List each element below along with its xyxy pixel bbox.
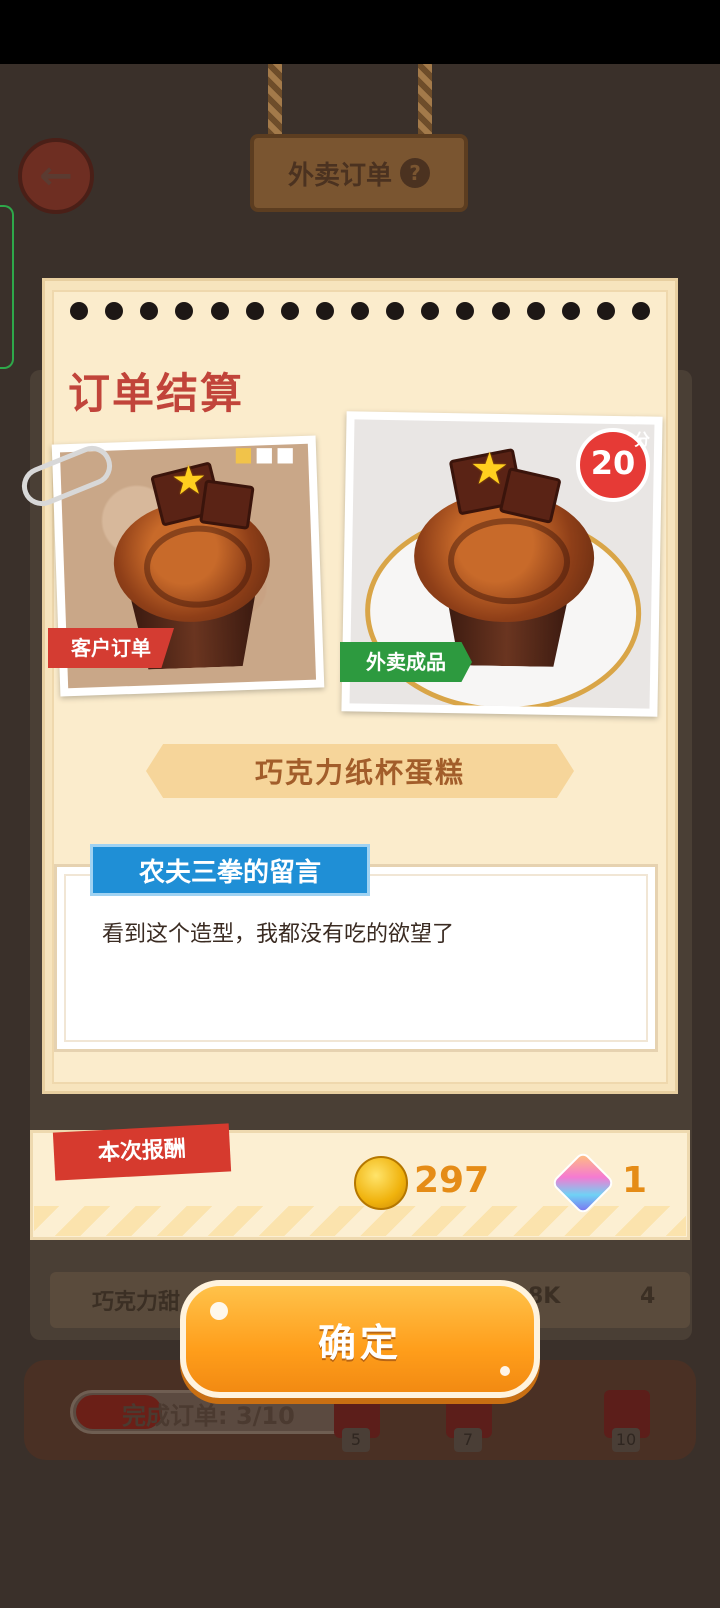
dish-name: 巧克力纸杯蛋糕 xyxy=(254,756,465,789)
confirm-label: 确定 xyxy=(317,1320,402,1365)
order-row-gems: 4 xyxy=(640,1284,656,1309)
progress-label: 完成订单: 3/10 xyxy=(122,1402,295,1430)
status-bar xyxy=(0,0,720,64)
message-box-inner xyxy=(64,874,648,1042)
coin-reward-value: 297 xyxy=(414,1160,490,1201)
notebook-binding-holes xyxy=(70,302,650,326)
rope-right xyxy=(418,64,432,144)
side-tab[interactable] xyxy=(0,205,14,369)
order-row-name: 巧克力甜 xyxy=(92,1290,181,1315)
confirm-button[interactable]: 确定 xyxy=(180,1280,540,1398)
arrow-left-icon: ← xyxy=(39,153,73,199)
card-title: 订单结算 xyxy=(68,369,245,418)
gift-icon: ■■■ xyxy=(234,442,297,466)
screen-title: 外卖订单 xyxy=(287,160,392,191)
score-unit: 分 xyxy=(633,430,650,449)
message-author-tab: 农夫三拳的留言 xyxy=(90,844,370,896)
help-icon[interactable]: ? xyxy=(400,158,430,188)
reward-label: 本次报酬 xyxy=(52,1123,232,1181)
coin-icon xyxy=(354,1156,408,1210)
milestone-7: 7 xyxy=(454,1428,482,1452)
gem-reward-value: 1 xyxy=(622,1160,648,1201)
message-text: 看到这个造型，我都没有吃的欲望了 xyxy=(102,922,455,947)
screen-title-plaque: 外卖订单 ? xyxy=(250,134,468,212)
score-badge: 20 分 xyxy=(576,428,650,502)
back-button[interactable]: ← xyxy=(18,138,94,214)
dish-name-banner: 巧克力纸杯蛋糕 xyxy=(146,744,574,798)
reward-panel-pattern xyxy=(34,1206,686,1236)
milestone-5: 5 xyxy=(342,1428,370,1452)
delivery-product-tag: 外卖成品 xyxy=(340,642,472,682)
rope-left xyxy=(268,64,282,144)
score-value: 20 xyxy=(590,444,636,482)
customer-order-tag: 客户订单 xyxy=(48,628,174,668)
milestone-10: 10 xyxy=(612,1428,640,1452)
